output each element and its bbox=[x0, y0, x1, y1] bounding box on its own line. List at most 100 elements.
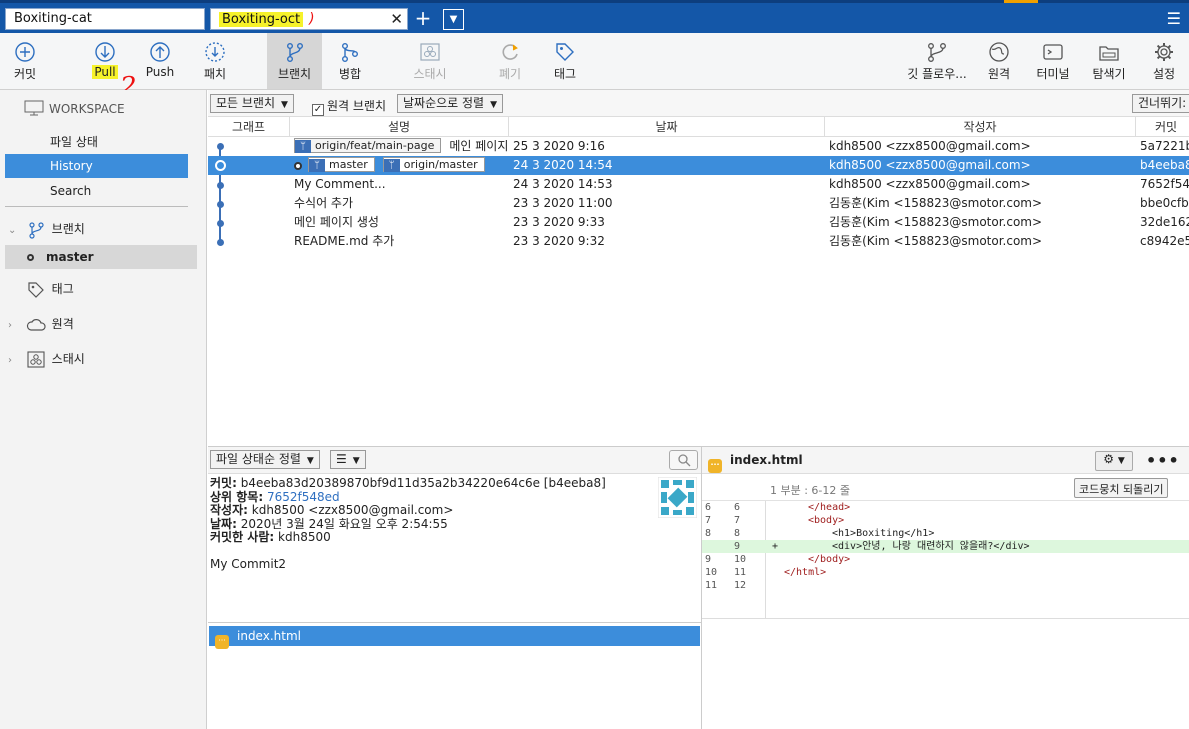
tab-label: Boxiting-oct bbox=[219, 12, 304, 27]
diff-line: 8 8 <h1>Boxiting</h1> bbox=[705, 528, 935, 539]
graph-node bbox=[217, 182, 224, 189]
merge-button[interactable]: 병합 bbox=[329, 33, 371, 89]
pull-icon bbox=[95, 42, 115, 62]
current-branch-icon bbox=[27, 254, 34, 261]
sidebar-item-file-status[interactable]: 파일 상태 bbox=[5, 130, 188, 154]
column-author[interactable]: 작성자 bbox=[825, 117, 1136, 137]
column-date[interactable]: 날짜 bbox=[509, 117, 825, 137]
file-sort-dropdown[interactable]: 파일 상태순 정렬 ▼ bbox=[210, 450, 320, 469]
remote-branches-checkbox[interactable]: ✓ 원격 브랜치 bbox=[312, 97, 386, 116]
divider bbox=[702, 618, 1189, 619]
commit-author: 김동훈(Kim <158823@smotor.com> bbox=[829, 215, 1043, 229]
close-icon[interactable]: ✕ bbox=[390, 10, 403, 28]
commit-hash: b4eeba8 bbox=[1140, 158, 1189, 172]
table-row[interactable]: 수식어 추가 23 3 2020 11:00 김동훈(Kim <158823@s… bbox=[208, 194, 1189, 213]
modified-file-icon: ··· bbox=[215, 635, 229, 649]
revert-hunk-button[interactable]: 코드뭉치 되돌리기 bbox=[1074, 478, 1169, 498]
sidebar-section-remotes[interactable]: › 원격 bbox=[8, 311, 198, 337]
diff-line-added: 9 + <div>안녕, 나랑 대련하지 않을래?</div> bbox=[702, 540, 1189, 553]
jump-to-button[interactable]: 건너뛰기: bbox=[1132, 94, 1189, 113]
dropdown-value: 모든 브랜치 bbox=[216, 96, 276, 110]
terminal-button[interactable]: 터미널 bbox=[1031, 33, 1075, 89]
table-row[interactable]: 메인 페이지 생성 23 3 2020 9:33 김동훈(Kim <158823… bbox=[208, 213, 1189, 232]
commit-message: README.md 추가 bbox=[294, 234, 395, 248]
table-row[interactable]: My Comment... 24 3 2020 14:53 kdh8500 <z… bbox=[208, 175, 1189, 194]
commit-message: 수식어 추가 bbox=[294, 196, 354, 210]
diff-line: 7 7 <body> bbox=[705, 515, 845, 526]
chevron-down-icon: ▼ bbox=[306, 456, 314, 466]
diff-line: 11 12 bbox=[705, 580, 747, 591]
stash-button[interactable]: 스태시 bbox=[405, 33, 455, 89]
hunk-header: 1 부분 : 6-12 줄 코드뭉치 되돌리기 bbox=[702, 475, 1189, 501]
annotation-mark: ) bbox=[309, 11, 315, 27]
dropdown-value: 날짜순으로 정렬 bbox=[403, 96, 485, 110]
terminal-icon bbox=[1043, 44, 1063, 60]
chevron-down-icon: ▼ bbox=[1117, 456, 1125, 466]
view-mode-dropdown[interactable]: ☰ ▼ bbox=[330, 450, 366, 469]
graph-node bbox=[217, 220, 224, 227]
tag-icon bbox=[556, 43, 574, 61]
workspace-header: WORKSPACE bbox=[24, 100, 125, 116]
branch-button[interactable]: 브랜치 bbox=[267, 33, 322, 89]
tab-boxiting-cat[interactable]: Boxiting-cat bbox=[5, 8, 205, 30]
file-list-item[interactable]: ··· index.html bbox=[209, 626, 700, 649]
parent-label: 상위 항목: bbox=[210, 489, 264, 504]
explorer-button[interactable]: 탐색기 bbox=[1085, 33, 1133, 89]
sidebar-item-history[interactable]: History bbox=[5, 154, 188, 178]
tab-dropdown-icon[interactable]: ▼ bbox=[443, 9, 464, 30]
push-label: Push bbox=[145, 65, 175, 79]
avatar bbox=[658, 477, 697, 518]
sidebar-section-stashes[interactable]: › 스태시 bbox=[8, 346, 198, 372]
commit-message: My Comment... bbox=[294, 177, 386, 191]
diff-options-button[interactable]: ⚙ ▼ bbox=[1095, 451, 1133, 471]
chevron-down-icon: ▼ bbox=[490, 100, 498, 110]
column-commit[interactable]: 커밋 bbox=[1136, 117, 1189, 137]
commit-hash: 5a7221b bbox=[1140, 139, 1189, 153]
git-flow-label: 깃 플로우... bbox=[907, 67, 967, 81]
settings-button[interactable]: 설정 bbox=[1143, 33, 1185, 89]
remote-button[interactable]: 원격 bbox=[978, 33, 1020, 89]
git-flow-button[interactable]: 깃 플로우... bbox=[903, 33, 971, 89]
column-graph[interactable]: 그래프 bbox=[208, 117, 290, 137]
commit-author: 김동훈(Kim <158823@smotor.com> bbox=[829, 234, 1043, 248]
sidebar-section-tags[interactable]: 태그 bbox=[8, 276, 198, 302]
gear-icon bbox=[1155, 43, 1173, 61]
tab-boxiting-oct[interactable]: Boxiting-oct) ✕ bbox=[210, 8, 408, 30]
commit-message: 메인 페이지 bbox=[449, 139, 509, 153]
modified-file-icon: ··· bbox=[708, 459, 722, 473]
committer-value: kdh8500 bbox=[278, 530, 331, 544]
table-row[interactable]: ᛘ master ᛘ origin/master 24 3 2020 14:54 kd… bbox=[208, 156, 1189, 175]
table-row[interactable]: ᛘ origin/feat/main-page 메인 페이지 25 3 2020 9… bbox=[208, 137, 1189, 156]
branch-ref-badge: ᛘ master bbox=[308, 157, 375, 172]
table-row[interactable]: README.md 추가 23 3 2020 9:32 김동훈(Kim <158… bbox=[208, 232, 1189, 251]
discard-button[interactable]: 폐기 bbox=[489, 33, 531, 89]
tag-button[interactable]: 태그 bbox=[544, 33, 586, 89]
commit-author: 김동훈(Kim <158823@smotor.com> bbox=[829, 196, 1043, 210]
more-options-icon[interactable]: ••• bbox=[1146, 451, 1180, 470]
discard-label: 폐기 bbox=[498, 67, 522, 81]
sidebar-section-branches[interactable]: ⌄ 브랜치 bbox=[8, 216, 198, 242]
push-button[interactable]: Push bbox=[139, 33, 181, 89]
branch-filter-dropdown[interactable]: 모든 브랜치 ▼ bbox=[210, 94, 294, 113]
column-description[interactable]: 설명 bbox=[290, 117, 509, 137]
patch-button[interactable]: 패치 bbox=[194, 33, 236, 89]
commit-full-hash: b4eeba83d20389870bf9d11d35a2b34220e64c6e… bbox=[240, 476, 606, 490]
add-tab-icon[interactable]: + bbox=[413, 8, 433, 30]
branch-icon bbox=[29, 221, 44, 239]
terminal-label: 터미널 bbox=[1036, 67, 1070, 81]
commit-hash: 7652f54 bbox=[1140, 177, 1189, 191]
commit-date: 23 3 2020 9:33 bbox=[513, 215, 605, 229]
jump-label: 건너뛰기: bbox=[1138, 96, 1187, 110]
search-button[interactable] bbox=[669, 450, 698, 470]
sort-dropdown[interactable]: 날짜순으로 정렬 ▼ bbox=[397, 94, 504, 113]
parent-commit-link[interactable]: 7652f548ed bbox=[267, 490, 340, 504]
chevron-right-icon: › bbox=[8, 355, 12, 366]
sidebar-item-label: Search bbox=[50, 184, 92, 198]
branch-item-master[interactable]: master bbox=[5, 245, 197, 269]
commit-button[interactable]: 커밋 bbox=[4, 33, 46, 89]
commit-details: 커밋: b4eeba83d20389870bf9d11d35a2b34220e6… bbox=[210, 476, 650, 571]
sidebar-item-search[interactable]: Search bbox=[5, 179, 188, 203]
commit-label: 커밋: bbox=[210, 476, 237, 490]
branch-label: 브랜치 bbox=[277, 67, 312, 81]
menu-icon[interactable]: ☰ bbox=[1167, 9, 1181, 28]
